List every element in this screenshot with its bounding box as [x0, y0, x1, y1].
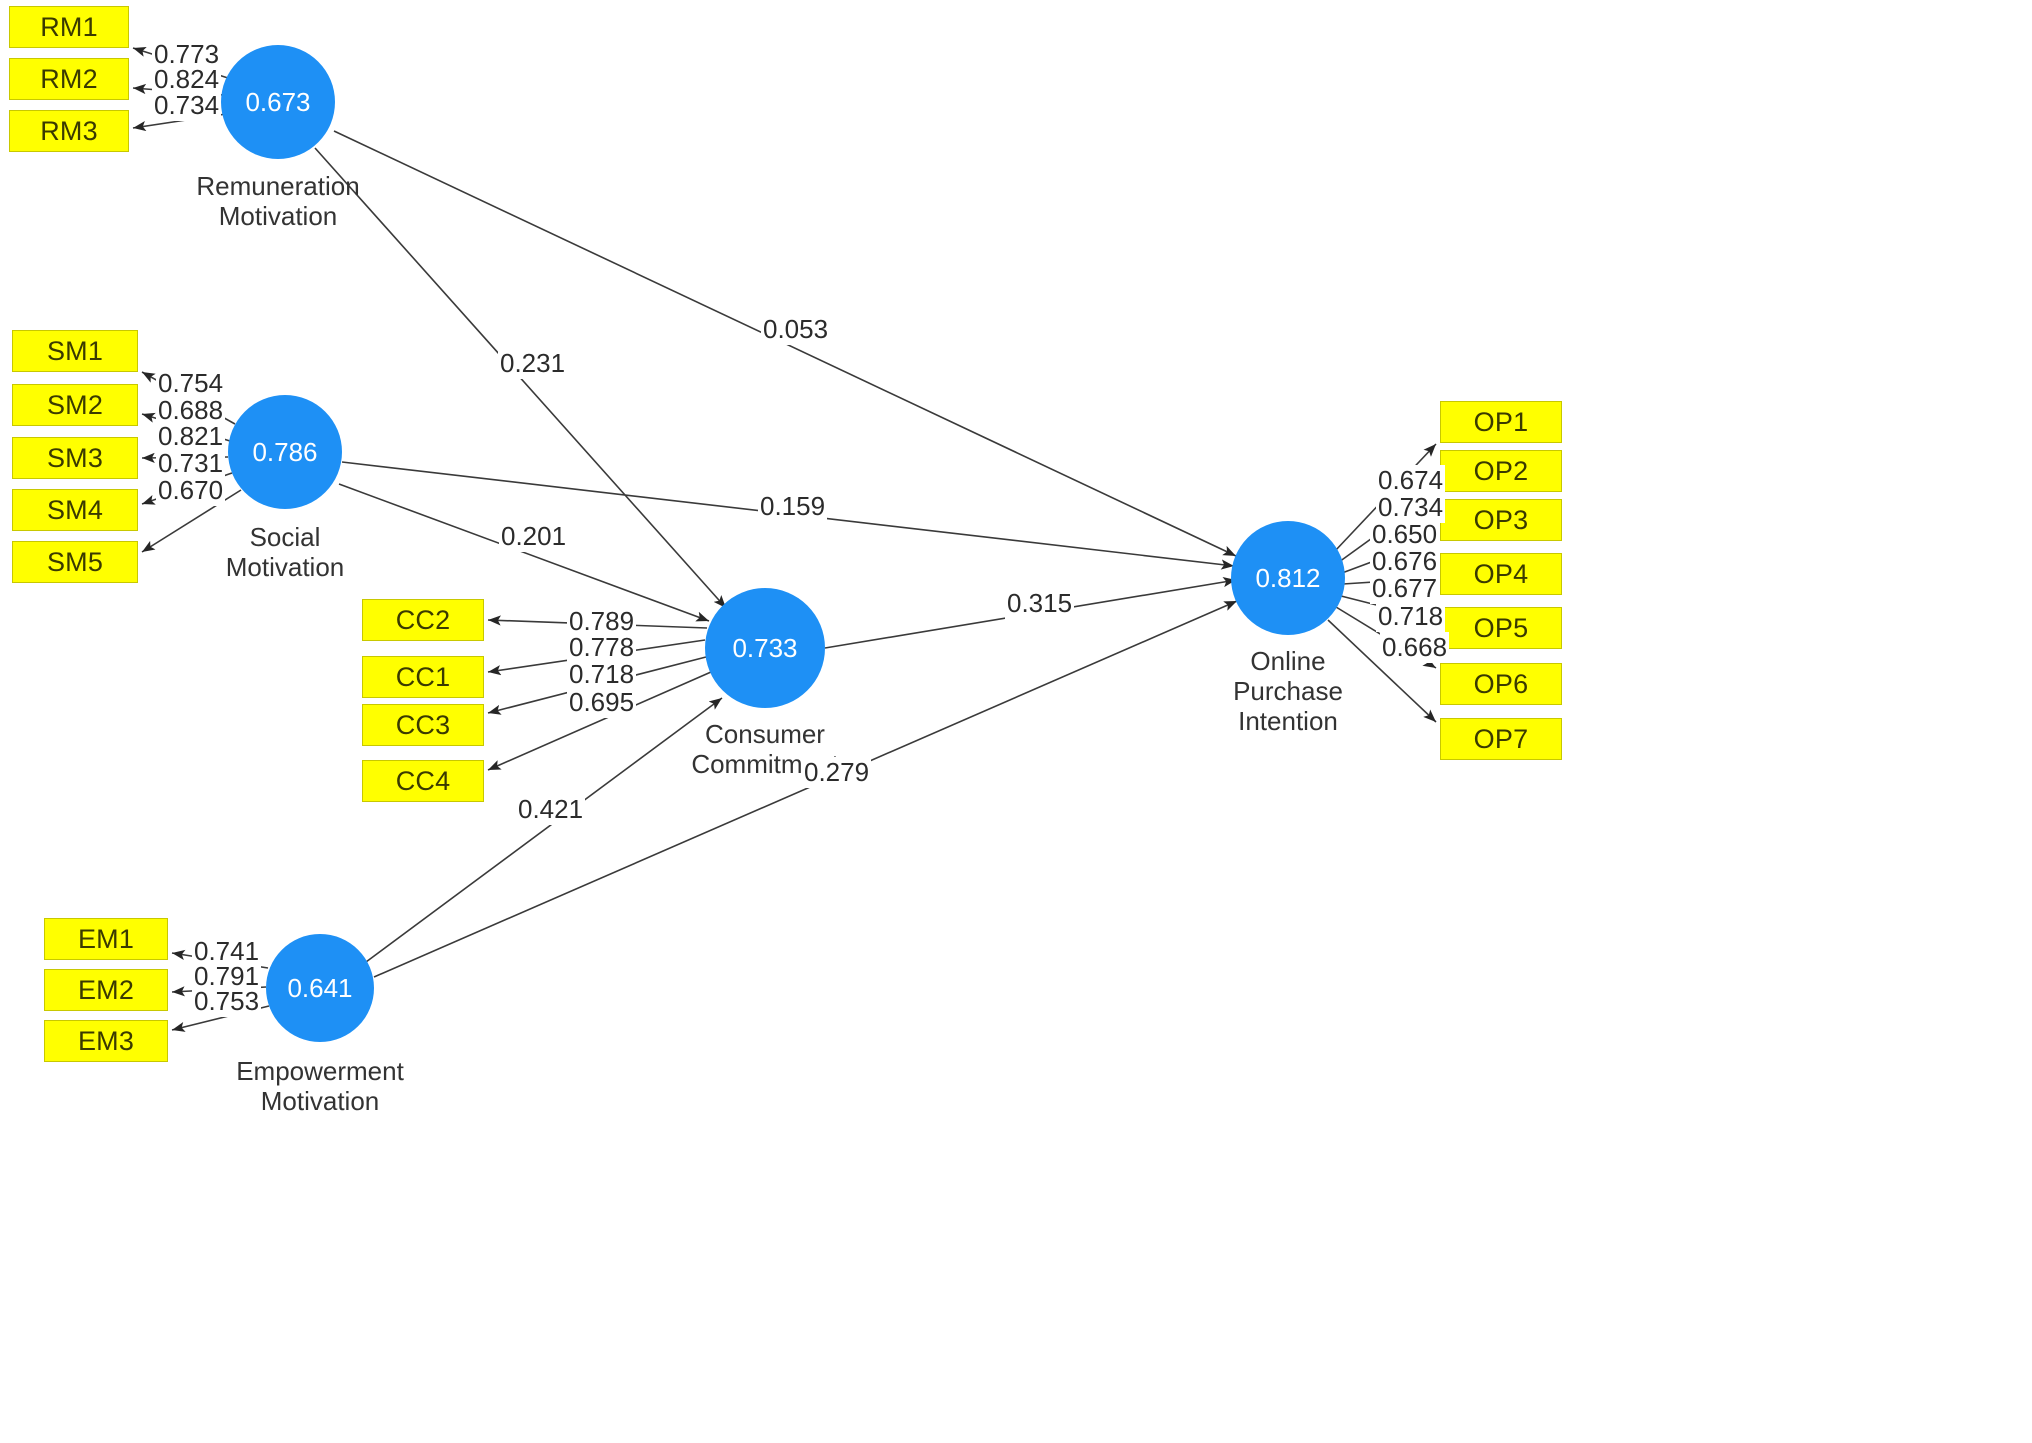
indicator-box-sm2[interactable]: SM2 — [12, 384, 138, 426]
indicator-label: SM1 — [46, 335, 104, 366]
indicator-box-sm5[interactable]: SM5 — [12, 541, 138, 583]
loading-label-op-op6: 0.718 — [1376, 601, 1446, 632]
loading-label-rm-rm3: 0.734 — [152, 90, 222, 121]
path-label-sm-op: 0.159 — [758, 491, 828, 522]
structural-edges — [314, 130, 1238, 978]
path-label-em-cc: 0.421 — [516, 794, 586, 825]
construct-circle-em[interactable]: 0.641 — [266, 934, 374, 1042]
construct-r2-value: 0.812 — [1255, 562, 1321, 593]
indicator-label: CC1 — [395, 661, 451, 692]
indicator-box-rm3[interactable]: RM3 — [9, 110, 129, 152]
construct-circle-sm[interactable]: 0.786 — [228, 395, 342, 509]
loading-label-cc-cc4: 0.695 — [567, 687, 637, 718]
indicator-box-cc4[interactable]: CC4 — [362, 760, 484, 802]
indicator-box-em3[interactable]: EM3 — [44, 1020, 168, 1062]
indicator-label: RM1 — [40, 11, 98, 42]
path-label-cc-op: 0.315 — [1005, 588, 1075, 619]
indicator-box-cc1[interactable]: CC1 — [362, 656, 484, 698]
indicator-box-op6[interactable]: OP6 — [1440, 663, 1562, 705]
path-label-rm-cc: 0.231 — [498, 348, 568, 379]
indicator-box-rm2[interactable]: RM2 — [9, 58, 129, 100]
loading-label-op-op7: 0.668 — [1380, 632, 1450, 663]
indicator-box-em1[interactable]: EM1 — [44, 918, 168, 960]
indicator-box-op7[interactable]: OP7 — [1440, 718, 1562, 760]
indicator-label: SM4 — [46, 494, 104, 525]
indicator-box-sm3[interactable]: SM3 — [12, 437, 138, 479]
indicator-box-rm1[interactable]: RM1 — [9, 6, 129, 48]
indicator-label: OP1 — [1473, 406, 1529, 437]
loading-label-cc-cc3: 0.718 — [567, 659, 637, 690]
sem-path-diagram: RM1 RM2 RM3 SM1 SM2 SM3 SM4 SM5 CC2 CC1 CC3 CC4 EM1 E… — [0, 0, 2032, 1443]
indicator-box-cc2[interactable]: CC2 — [362, 599, 484, 641]
indicator-label: CC2 — [395, 604, 451, 635]
indicator-label: SM2 — [46, 389, 104, 420]
loading-label-em-em3: 0.753 — [192, 986, 262, 1017]
indicator-label: OP6 — [1473, 668, 1529, 699]
indicator-label: EM3 — [77, 1025, 135, 1056]
indicator-box-op1[interactable]: OP1 — [1440, 401, 1562, 443]
indicator-label: RM2 — [40, 63, 98, 94]
construct-circle-op[interactable]: 0.812 — [1231, 521, 1345, 635]
indicator-label: OP5 — [1473, 612, 1529, 643]
indicator-box-sm4[interactable]: SM4 — [12, 489, 138, 531]
indicator-label: OP3 — [1473, 504, 1529, 535]
construct-name-cc: Consumer Commitment — [691, 719, 839, 779]
path-label-sm-cc: 0.201 — [499, 521, 569, 552]
indicator-box-op2[interactable]: OP2 — [1440, 450, 1562, 492]
loading-label-op-op5: 0.677 — [1370, 573, 1440, 604]
path-label-rm-op: 0.053 — [761, 314, 831, 345]
loading-label-sm-sm5: 0.670 — [156, 475, 226, 506]
indicator-label: OP7 — [1473, 723, 1529, 754]
construct-circle-rm[interactable]: 0.673 — [221, 45, 335, 159]
construct-r2-value: 0.641 — [287, 972, 353, 1003]
indicator-box-op4[interactable]: OP4 — [1440, 553, 1562, 595]
construct-name-sm: Social Motivation — [225, 522, 345, 582]
construct-r2-value: 0.673 — [245, 86, 311, 117]
indicator-label: CC3 — [395, 709, 451, 740]
indicator-box-op5[interactable]: OP5 — [1440, 607, 1562, 649]
construct-r2-value: 0.733 — [732, 632, 798, 663]
indicator-label: SM3 — [46, 442, 104, 473]
construct-name-em: Empowerment Motivation — [236, 1056, 404, 1116]
indicator-label: SM5 — [46, 546, 104, 577]
indicator-label: RM3 — [40, 115, 98, 146]
indicator-label: EM1 — [77, 923, 135, 954]
indicator-box-em2[interactable]: EM2 — [44, 969, 168, 1011]
construct-name-rm: Remuneration Motivation — [196, 171, 360, 231]
indicator-label: CC4 — [395, 765, 451, 796]
indicator-label: OP2 — [1473, 455, 1529, 486]
indicator-label: EM2 — [77, 974, 135, 1005]
path-label-em-op: 0.279 — [802, 757, 872, 788]
indicator-label: OP4 — [1473, 558, 1529, 589]
construct-circle-cc[interactable]: 0.733 — [705, 588, 825, 708]
indicator-box-op3[interactable]: OP3 — [1440, 499, 1562, 541]
indicator-box-cc3[interactable]: CC3 — [362, 704, 484, 746]
construct-r2-value: 0.786 — [252, 436, 318, 467]
indicator-box-sm1[interactable]: SM1 — [12, 330, 138, 372]
